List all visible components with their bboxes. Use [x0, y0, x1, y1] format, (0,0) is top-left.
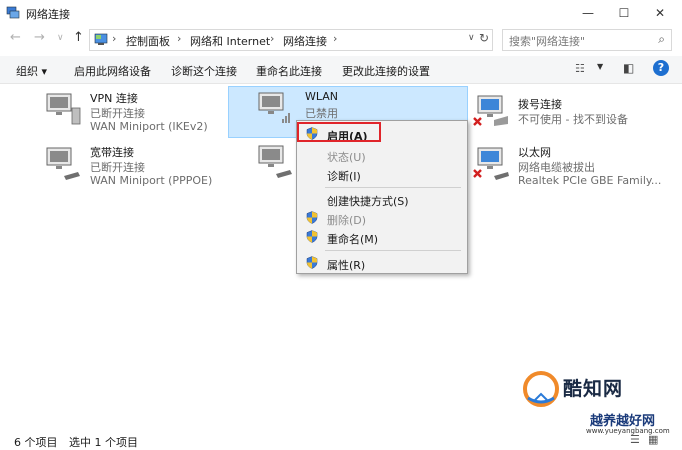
search-input[interactable]: 搜索"网络连接" — [509, 33, 585, 49]
connection-status: 已禁用 — [305, 107, 338, 120]
enable-device-button[interactable]: 启用此网络设备 — [74, 63, 151, 79]
close-button[interactable]: ✕ — [642, 0, 678, 26]
menu-item-properties[interactable]: 属性(R) — [327, 257, 365, 273]
connection-device: WAN Miniport (PPPOE) — [90, 174, 213, 187]
connection-device: WAN Miniport (IKEv2) — [90, 120, 208, 133]
menu-item-delete[interactable]: 删除(D) — [327, 212, 366, 228]
ethernet-adapter-icon — [473, 147, 509, 180]
selected-count: 选中 1 个项目 — [69, 436, 138, 449]
status-bar: 6 个项目 选中 1 个项目 ☰ ▦ — [0, 428, 682, 450]
change-settings-button[interactable]: 更改此连接的设置 — [342, 63, 430, 79]
connection-item-vpn[interactable]: VPN 连接 已断开连接 WAN Miniport (IKEv2) — [44, 88, 214, 134]
menu-item-status[interactable]: 状态(U) — [327, 149, 366, 165]
breadcrumb-separator: › — [112, 32, 117, 45]
uac-shield-icon — [306, 256, 318, 269]
breadcrumb-control-panel[interactable]: 控制面板 — [126, 33, 170, 49]
highlight-box — [297, 122, 381, 142]
rename-button[interactable]: 重命名此连接 — [256, 63, 322, 79]
menu-separator — [325, 187, 461, 188]
back-arrow-icon[interactable]: ← — [10, 30, 21, 45]
network-adapter-icon — [46, 147, 80, 180]
preview-pane-icon[interactable]: ◧ — [623, 61, 634, 75]
breadcrumb-separator: › — [333, 32, 338, 45]
connection-status: 网络电缆被拔出 — [518, 161, 595, 174]
up-arrow-icon[interactable]: ↑ — [73, 30, 84, 45]
window-title: 网络连接 — [26, 8, 70, 21]
menu-item-rename[interactable]: 重命名(M) — [327, 231, 378, 247]
refresh-icon[interactable]: ↻ — [479, 31, 489, 45]
item-count: 6 个项目 — [14, 436, 58, 449]
watermark-logo — [523, 371, 559, 407]
help-icon[interactable]: ? — [653, 60, 669, 76]
connection-name: WLAN — [305, 90, 339, 103]
connection-name: 拨号连接 — [518, 98, 562, 111]
network-adapter-icon — [258, 145, 292, 178]
connection-status: 不可使用 - 找不到设备 — [518, 113, 628, 126]
context-menu: 启用(A) 状态(U) 诊断(I) 创建快捷方式(S) 删除(D) 重命名(M)… — [296, 120, 468, 274]
command-bar: 组织 ▾ 启用此网络设备 诊断这个连接 重命名此连接 更改此连接的设置 ☷ ▼ … — [0, 56, 682, 84]
connection-item-broadband[interactable]: 宽带连接 已断开连接 WAN Miniport (PPPOE) — [44, 142, 214, 188]
history-chevron-icon[interactable]: ∨ — [57, 33, 64, 43]
connection-name: VPN 连接 — [90, 92, 138, 105]
menu-separator — [325, 250, 461, 251]
control-panel-icon — [94, 33, 108, 45]
view-dropdown-icon[interactable]: ▼ — [597, 62, 603, 71]
organize-button[interactable]: 组织 ▾ — [16, 63, 47, 79]
address-bar[interactable]: › 控制面板 › 网络和 Internet › 网络连接 › ∨ ↻ — [89, 29, 493, 51]
search-icon[interactable]: ⌕ — [658, 32, 665, 47]
breadcrumb-network-internet[interactable]: 网络和 Internet — [190, 33, 270, 49]
menu-item-create-shortcut[interactable]: 创建快捷方式(S) — [327, 193, 409, 209]
network-adapter-icon — [46, 93, 81, 125]
search-box[interactable]: 搜索"网络连接" ⌕ — [502, 29, 672, 51]
dialup-adapter-icon — [473, 95, 508, 126]
breadcrumb-network-connections[interactable]: 网络连接 — [283, 33, 327, 49]
watermark-url: www.yueyangbang.com — [586, 427, 670, 435]
maximize-button[interactable]: ☐ — [606, 0, 642, 26]
connection-status: 已断开连接 — [90, 107, 145, 120]
forward-arrow-icon[interactable]: → — [34, 30, 45, 45]
minimize-button[interactable]: — — [570, 0, 606, 26]
view-options-icon[interactable]: ☷ — [575, 62, 585, 75]
wireless-adapter-icon — [258, 92, 290, 123]
title-bar: 网络连接 — ☐ ✕ — [0, 0, 682, 26]
connection-item-dialup[interactable]: 拨号连接 不可使用 - 找不到设备 — [472, 90, 672, 136]
uac-shield-icon — [306, 211, 318, 224]
network-connections-icon — [6, 6, 20, 19]
connection-name: 宽带连接 — [90, 146, 134, 159]
connection-item-ethernet[interactable]: 以太网 网络电缆被拔出 Realtek PCIe GBE Family... — [472, 142, 677, 188]
connection-status: 已断开连接 — [90, 161, 145, 174]
watermark-brand: 酷知网 — [563, 378, 624, 400]
connection-name: 以太网 — [518, 146, 551, 159]
uac-shield-icon — [306, 230, 318, 243]
menu-item-diagnose[interactable]: 诊断(I) — [327, 168, 361, 184]
breadcrumb-separator: › — [177, 32, 182, 45]
address-dropdown-icon[interactable]: ∨ — [468, 33, 475, 43]
diagnose-button[interactable]: 诊断这个连接 — [171, 63, 237, 79]
connection-device: Realtek PCIe GBE Family... — [518, 174, 662, 187]
breadcrumb-separator: › — [270, 32, 275, 45]
